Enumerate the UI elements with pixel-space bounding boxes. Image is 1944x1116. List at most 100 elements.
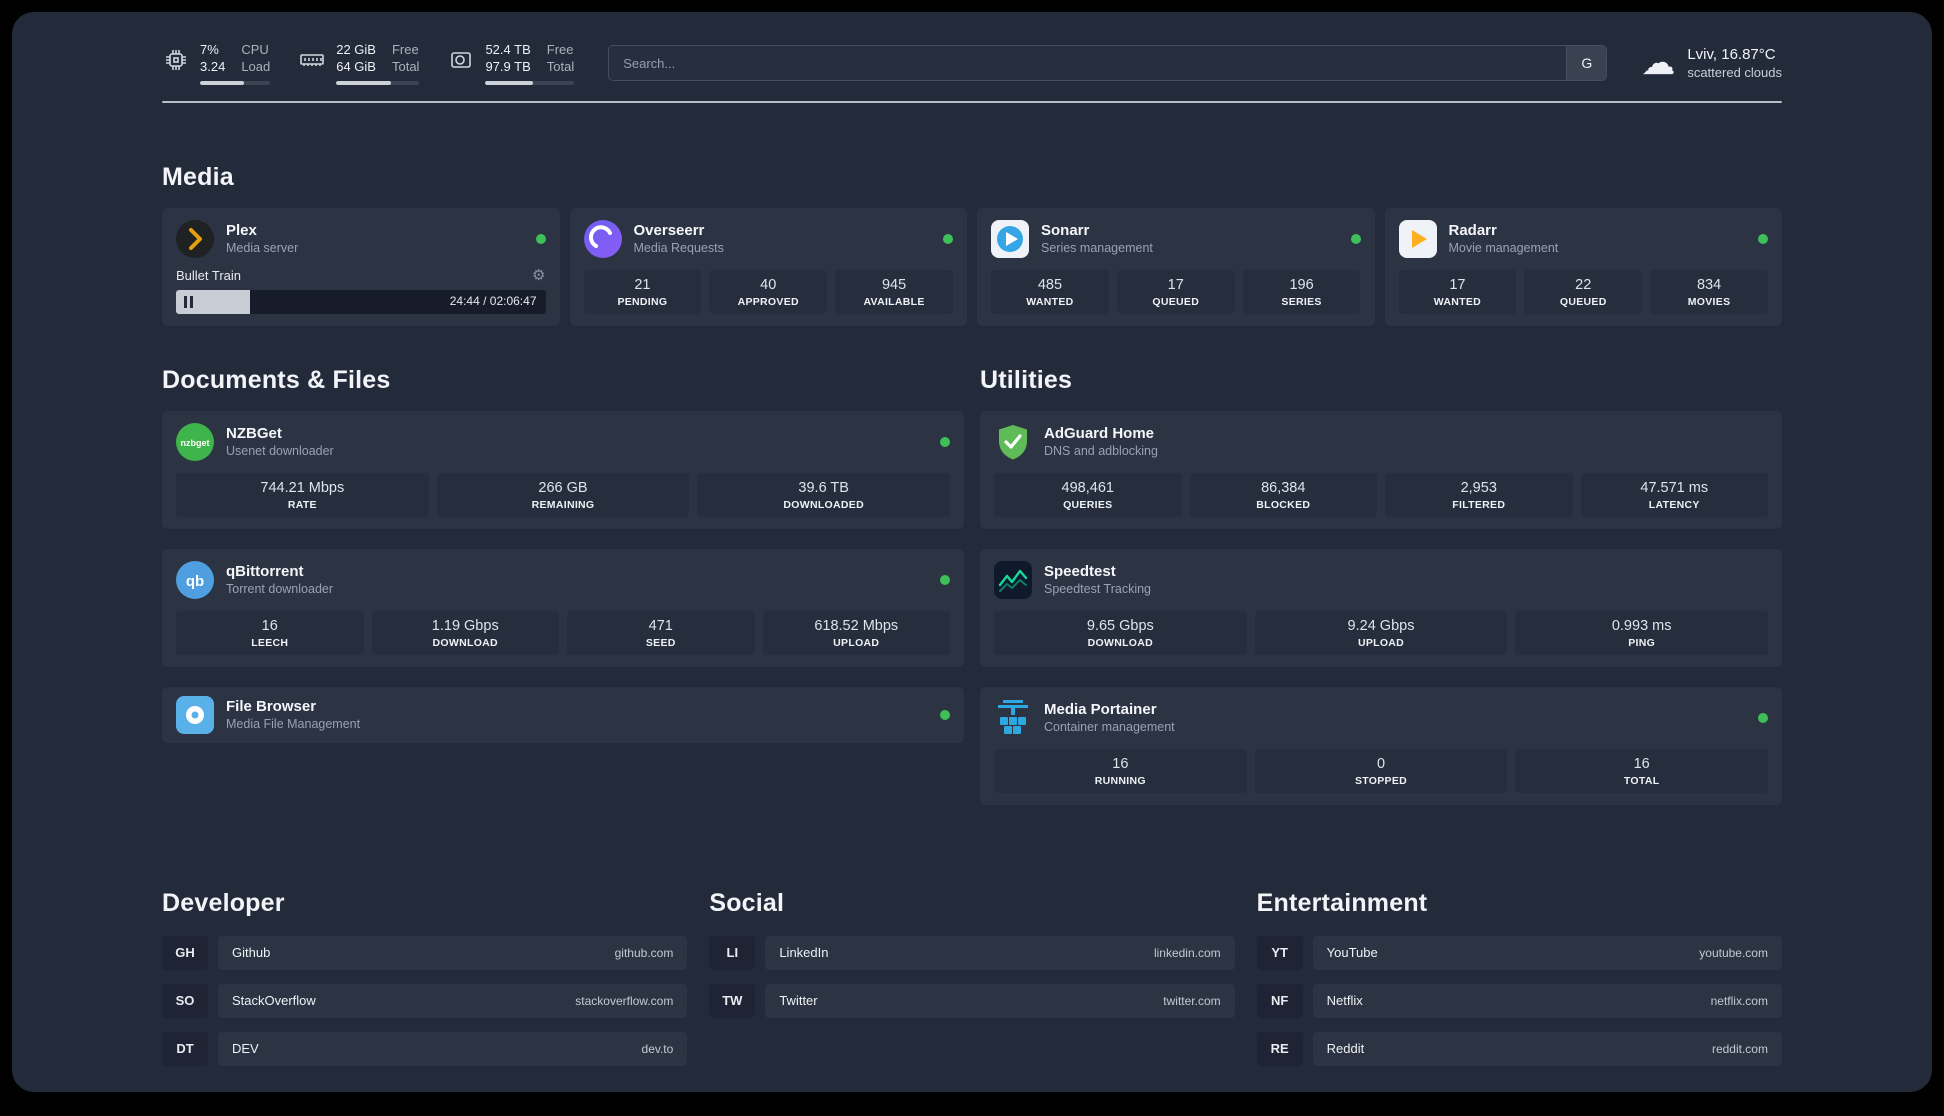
status-online-dot — [940, 436, 950, 447]
stat-label: AVAILABLE — [863, 295, 925, 308]
bookmark-dev[interactable]: DT DEV dev.to — [162, 1031, 688, 1066]
bookmark-abbr: LI — [709, 935, 756, 970]
search-input[interactable] — [609, 46, 1567, 81]
status-online-dot — [940, 709, 950, 720]
stat-label: DOWNLOAD — [1087, 636, 1154, 649]
stat-value: 1.19 Gbps — [431, 617, 499, 634]
stat-value: 47.571 ms — [1640, 479, 1709, 496]
bookmark-abbr: DT — [162, 1031, 208, 1066]
section-title-utilities: Utilities — [980, 365, 1073, 394]
stat-value: 16 — [261, 617, 278, 634]
app-card-overseerr[interactable]: Overseerr Media Requests 21 PENDING 40 A… — [569, 207, 967, 326]
cpu-load-label: Load — [241, 58, 271, 74]
stat-value: 945 — [881, 276, 907, 293]
stat-value: 9.65 Gbps — [1086, 617, 1154, 634]
stat-tile: 2,953 FILTERED — [1385, 472, 1573, 517]
bookmark-abbr: RE — [1256, 1031, 1303, 1066]
stat-label: LATENCY — [1648, 498, 1700, 511]
stat-tile: 834 MOVIES — [1650, 269, 1768, 314]
bookmark-reddit[interactable]: RE Reddit reddit.com — [1256, 1031, 1782, 1066]
app-description: DNS and adblocking — [1044, 444, 1158, 459]
app-card-adguard[interactable]: AdGuard Home DNS and adblocking 498,461 … — [980, 410, 1782, 529]
now-playing-title: Bullet Train — [176, 267, 242, 283]
status-online-dot — [1350, 233, 1361, 244]
cpu-progress-bar — [200, 80, 271, 85]
app-name: Sonarr — [1041, 222, 1090, 240]
stat-value: 86,384 — [1261, 479, 1306, 496]
search-engine-button[interactable]: G — [1566, 46, 1607, 81]
bookmarks-entertainment: Entertainment YT YouTube youtube.com NF … — [1256, 889, 1782, 1080]
app-description: Media server — [226, 241, 299, 256]
disk-icon — [447, 46, 475, 74]
utilities-column: Utilities AdGuard Home DNS and adblockin… — [980, 366, 1782, 825]
bookmark-stackoverflow[interactable]: SO StackOverflow stackoverflow.com — [162, 983, 688, 1018]
qbittorrent-icon: qb — [176, 560, 214, 599]
app-card-portainer[interactable]: Media Portainer Container management 16 … — [980, 686, 1782, 805]
stat-value: 485 — [1037, 276, 1063, 293]
pause-icon[interactable] — [184, 295, 194, 308]
cpu-percent: 7% — [200, 42, 219, 57]
dashboard-panel: 7% 3.24 CPU Load 22 GiB 64 GiB Free Tota… — [12, 12, 1932, 1092]
bookmark-youtube[interactable]: YT YouTube youtube.com — [1256, 935, 1782, 970]
stat-tile: 266 GB REMAINING — [436, 472, 690, 517]
stat-value: 17 — [1449, 276, 1466, 293]
disk-progress-bar — [485, 80, 575, 85]
app-card-filebrowser[interactable]: File Browser Media File Management — [162, 686, 964, 743]
stat-tile: 1.19 Gbps DOWNLOAD — [371, 610, 559, 655]
stat-value: 498,461 — [1061, 479, 1114, 496]
stat-value: 9.24 Gbps — [1347, 617, 1415, 634]
bookmark-github[interactable]: GH Github github.com — [162, 935, 688, 970]
app-description: Speedtest Tracking — [1044, 582, 1152, 597]
stat-label: STOPPED — [1354, 774, 1408, 787]
stat-tile: 0.993 ms PING — [1515, 610, 1769, 655]
stat-label: APPROVED — [737, 295, 799, 308]
stat-label: MOVIES — [1687, 295, 1731, 308]
stat-tile: 196 SERIES — [1242, 269, 1361, 314]
app-name: qBittorrent — [226, 563, 304, 581]
app-card-nzbget[interactable]: nzbget NZBGet Usenet downloader 744.21 M… — [162, 410, 964, 529]
bookmark-url: netflix.com — [1710, 993, 1768, 1008]
stat-label: SERIES — [1281, 295, 1322, 308]
cpu-icon — [162, 46, 190, 74]
bookmark-name: DEV — [232, 1041, 259, 1057]
stat-value: 266 GB — [538, 479, 588, 496]
app-description: Usenet downloader — [226, 444, 334, 459]
bookmark-url: youtube.com — [1699, 945, 1768, 960]
app-card-sonarr[interactable]: Sonarr Series management 485 WANTED 17 Q… — [977, 207, 1375, 326]
playback-progress-bar[interactable]: 24:44 / 02:06:47 — [176, 289, 546, 314]
stat-value: 0 — [1376, 755, 1386, 772]
ram-total-value: 64 GiB — [336, 58, 376, 74]
gear-icon[interactable]: ⚙ — [532, 268, 545, 283]
bookmark-name: Netflix — [1326, 993, 1363, 1009]
ram-free-value: 22 GiB — [336, 42, 376, 57]
weather-location: Lviv, 16.87°C — [1687, 46, 1776, 64]
app-description: Series management — [1041, 241, 1153, 256]
stat-tile: 47.571 ms LATENCY — [1580, 472, 1768, 517]
app-card-speedtest[interactable]: Speedtest Speedtest Tracking 9.65 Gbps D… — [980, 548, 1782, 667]
bookmark-twitter[interactable]: TW Twitter twitter.com — [709, 983, 1235, 1018]
bookmark-netflix[interactable]: NF Netflix netflix.com — [1256, 983, 1782, 1018]
status-online-dot — [943, 233, 953, 244]
app-card-plex[interactable]: Plex Media server Bullet Train ⚙ 24:44 /… — [162, 207, 560, 326]
app-card-radarr[interactable]: Radarr Movie management 17 WANTED 22 QUE… — [1384, 207, 1782, 326]
app-name: Overseerr — [633, 222, 705, 240]
stat-tile: 485 WANTED — [991, 269, 1109, 314]
bookmark-name: Twitter — [779, 993, 818, 1009]
app-card-qbittorrent[interactable]: qb qBittorrent Torrent downloader 16 LEE… — [162, 548, 964, 667]
section-title-social: Social — [709, 888, 785, 917]
stat-tile: 39.6 TB DOWNLOADED — [697, 472, 951, 517]
filebrowser-icon — [176, 695, 214, 734]
cpu-metric: 7% 3.24 CPU Load — [162, 42, 271, 85]
stat-value: 196 — [1289, 276, 1314, 293]
app-name: Speedtest — [1044, 563, 1116, 581]
stat-label: DOWNLOAD — [432, 636, 498, 649]
section-title-media: Media — [162, 162, 234, 191]
disk-total-label: Total — [546, 58, 575, 74]
stat-value: 16 — [1112, 755, 1129, 772]
bookmark-name: YouTube — [1326, 945, 1378, 961]
stat-value: 40 — [760, 276, 777, 293]
stat-tile: 471 SEED — [567, 610, 755, 655]
system-metrics: 7% 3.24 CPU Load 22 GiB 64 GiB Free Tota… — [162, 42, 575, 85]
bookmark-linkedin[interactable]: LI LinkedIn linkedin.com — [709, 935, 1235, 970]
search-bar: G — [608, 45, 1608, 82]
